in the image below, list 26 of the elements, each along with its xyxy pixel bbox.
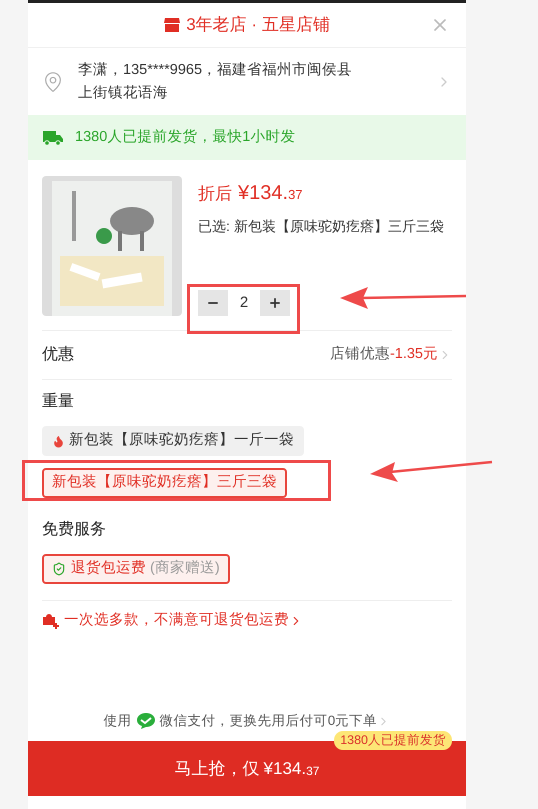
payment-text[interactable]: 微信支付，更换先用后付可0元下单 (160, 710, 378, 732)
decrease-button[interactable] (198, 290, 228, 316)
address-text[interactable]: 李潇，135****9965，福建省福州市闽侯县 上街镇花语海 (78, 58, 436, 104)
truck-icon (43, 130, 63, 146)
payment-prefix: 使用 (104, 712, 132, 730)
section-title: 重量 (42, 392, 74, 412)
shop-icon (164, 18, 180, 32)
location-pin-icon (42, 70, 64, 92)
discounted-price: 折后 ¥134.37 (198, 181, 304, 206)
plus-icon (268, 296, 282, 310)
shield-check-icon (52, 562, 66, 576)
variant-option[interactable]: 新包装【原味驼奶疙瘩】三斤三袋 (42, 468, 287, 498)
chat-bubble-icon (136, 712, 156, 730)
variant-option[interactable]: 新包装【原味驼奶疙瘩】一斤一袋 (42, 426, 304, 456)
increase-button[interactable] (260, 290, 290, 316)
shop-title: 3年老店 · 五星店铺 (186, 14, 330, 36)
selected-variant-text: 已选: 新包装【原味驼奶疙瘩】三斤三袋 (198, 217, 445, 236)
discount-label: 优惠 (42, 344, 75, 365)
promo-link[interactable]: 一次选多款，不满意可退货包运费 (64, 610, 289, 632)
bag-plus-icon (42, 612, 60, 630)
shipped-count-badge: 1380人已提前发货 (334, 731, 452, 750)
discount-value[interactable]: 店铺优惠-1.35元 (330, 344, 438, 366)
section-title: 免费服务 (42, 520, 106, 540)
quantity-value[interactable]: 2 (228, 292, 260, 314)
shipping-text: 1380人已提前发货，最快1小时发 (75, 128, 296, 147)
service-option[interactable]: 退货包运费 (商家赠送) (42, 554, 230, 584)
